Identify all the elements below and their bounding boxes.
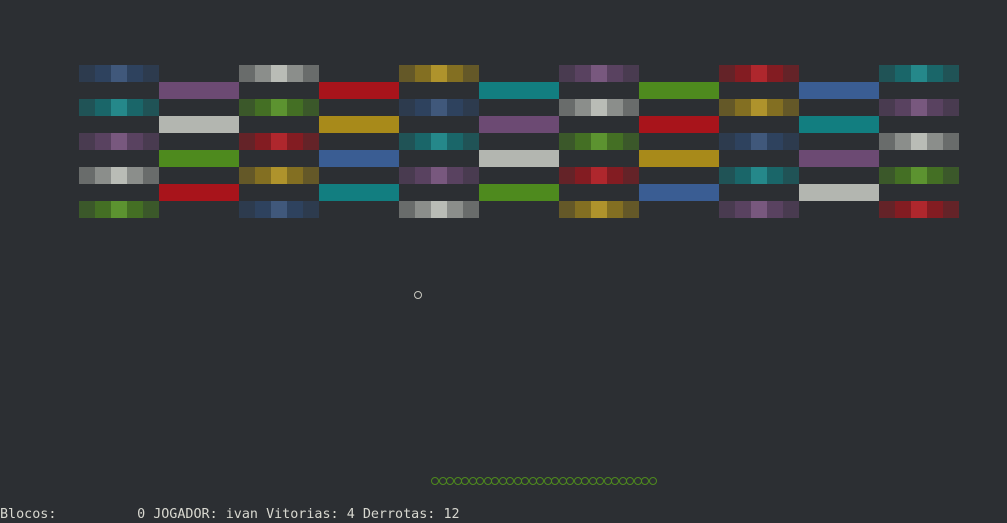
brick <box>799 82 879 99</box>
paddle-segment <box>461 477 469 485</box>
brick <box>239 99 319 116</box>
brick <box>159 184 239 201</box>
paddle[interactable] <box>431 477 657 487</box>
brick <box>799 150 879 167</box>
brick <box>239 167 319 184</box>
paddle-segment <box>626 477 634 485</box>
brick <box>639 116 719 133</box>
brick <box>319 116 399 133</box>
paddle-segment <box>566 477 574 485</box>
player-name: ivan <box>225 507 258 522</box>
game-screen[interactable]: Blocos: 0 JOGADOR: ivan Vitorias: 4 Derr… <box>0 0 1007 523</box>
brick <box>879 167 959 184</box>
brick <box>399 167 479 184</box>
brick <box>559 99 639 116</box>
paddle-segment <box>506 477 514 485</box>
brick <box>719 167 799 184</box>
brick <box>479 82 559 99</box>
brick <box>399 201 479 218</box>
brick <box>799 184 879 201</box>
brick <box>479 116 559 133</box>
paddle-segment <box>431 477 439 485</box>
brick <box>79 133 159 150</box>
brick <box>559 65 639 82</box>
paddle-segment <box>446 477 454 485</box>
losses-count: 12 <box>443 507 460 522</box>
wins-label: Vitorias: <box>266 507 339 522</box>
brick <box>559 167 639 184</box>
brick <box>239 133 319 150</box>
brick <box>79 167 159 184</box>
brick <box>879 65 959 82</box>
status-bar: Blocos: 0 JOGADOR: ivan Vitorias: 4 Derr… <box>0 506 1007 523</box>
paddle-segment <box>596 477 604 485</box>
player-label: JOGADOR: <box>153 507 218 522</box>
brick <box>479 184 559 201</box>
brick <box>719 65 799 82</box>
paddle-segment <box>536 477 544 485</box>
paddle-segment <box>521 477 529 485</box>
brick <box>799 116 879 133</box>
brick <box>879 133 959 150</box>
brick <box>719 133 799 150</box>
brick <box>79 201 159 218</box>
paddle-segment <box>491 477 499 485</box>
brick <box>159 82 239 99</box>
paddle-segment <box>581 477 589 485</box>
brick <box>399 99 479 116</box>
wins-count: 4 <box>346 507 355 522</box>
status-gap <box>56 507 137 522</box>
brick <box>479 150 559 167</box>
brick <box>319 150 399 167</box>
brick <box>239 201 319 218</box>
brick <box>399 133 479 150</box>
brick <box>639 184 719 201</box>
brick <box>879 99 959 116</box>
brick <box>879 201 959 218</box>
paddle-segment <box>476 477 484 485</box>
losses-label: Derrotas: <box>362 507 436 522</box>
brick <box>719 99 799 116</box>
brick <box>159 150 239 167</box>
brick <box>239 65 319 82</box>
brick <box>559 201 639 218</box>
paddle-segment <box>648 477 657 485</box>
paddle-segment <box>551 477 559 485</box>
brick <box>319 82 399 99</box>
blocks-count: 0 <box>137 507 146 522</box>
blocks-label: Blocos: <box>0 507 57 522</box>
brick <box>639 82 719 99</box>
brick <box>79 99 159 116</box>
brick <box>639 150 719 167</box>
brick <box>719 201 799 218</box>
brick <box>159 116 239 133</box>
paddle-segment <box>611 477 619 485</box>
ball <box>414 291 422 299</box>
paddle-segment <box>641 477 649 485</box>
brick <box>559 133 639 150</box>
brick <box>79 65 159 82</box>
brick <box>319 184 399 201</box>
brick <box>399 65 479 82</box>
